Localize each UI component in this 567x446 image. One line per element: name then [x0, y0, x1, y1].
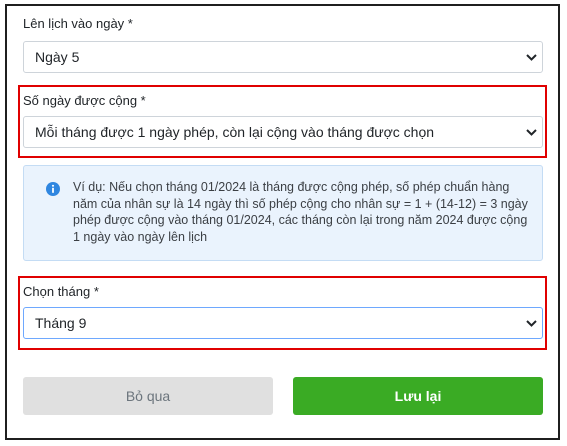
info-text: Ví dụ: Nếu chọn tháng 01/2024 là tháng đ… [73, 180, 528, 244]
chevron-down-icon [520, 42, 542, 72]
info-icon [46, 182, 60, 196]
added-days-select[interactable]: Mỗi tháng được 1 ngày phép, còn lại cộng… [23, 116, 543, 148]
save-button[interactable]: Lưu lại [293, 377, 543, 415]
month-select[interactable]: Tháng 9 [23, 307, 543, 339]
chevron-down-icon [520, 117, 542, 147]
schedule-day-value: Ngày 5 [35, 49, 80, 65]
added-days-label: Số ngày được cộng * [23, 93, 146, 108]
added-days-value: Mỗi tháng được 1 ngày phép, còn lại cộng… [35, 124, 435, 140]
info-box: Ví dụ: Nếu chọn tháng 01/2024 là tháng đ… [23, 165, 543, 261]
skip-button[interactable]: Bỏ qua [23, 377, 273, 415]
month-value: Tháng 9 [35, 315, 87, 331]
schedule-day-select[interactable]: Ngày 5 [23, 41, 543, 73]
chevron-down-icon [520, 308, 542, 338]
month-label: Chọn tháng * [23, 284, 99, 299]
schedule-label: Lên lịch vào ngày * [23, 16, 133, 31]
